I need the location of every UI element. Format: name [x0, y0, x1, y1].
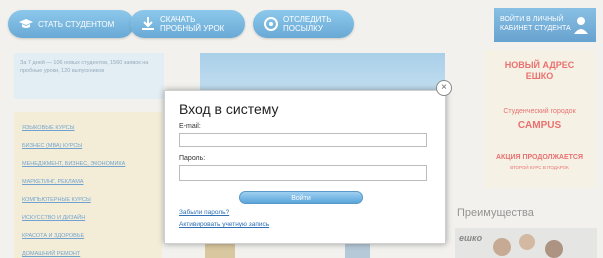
close-icon[interactable]: × [436, 80, 452, 96]
email-field[interactable] [179, 133, 427, 147]
password-field[interactable] [179, 165, 427, 181]
activate-account-link[interactable]: Активировать учетную запись [179, 221, 269, 228]
login-button[interactable]: Войти [239, 191, 363, 204]
login-modal: Вход в систему E-mail: Пароль: Войти Заб… [164, 90, 446, 244]
password-label: Пароль: [179, 155, 206, 162]
modal-title: Вход в систему [179, 101, 279, 117]
forgot-password-link[interactable]: Забыли пароль? [179, 209, 229, 216]
email-label: E-mail: [179, 123, 201, 130]
